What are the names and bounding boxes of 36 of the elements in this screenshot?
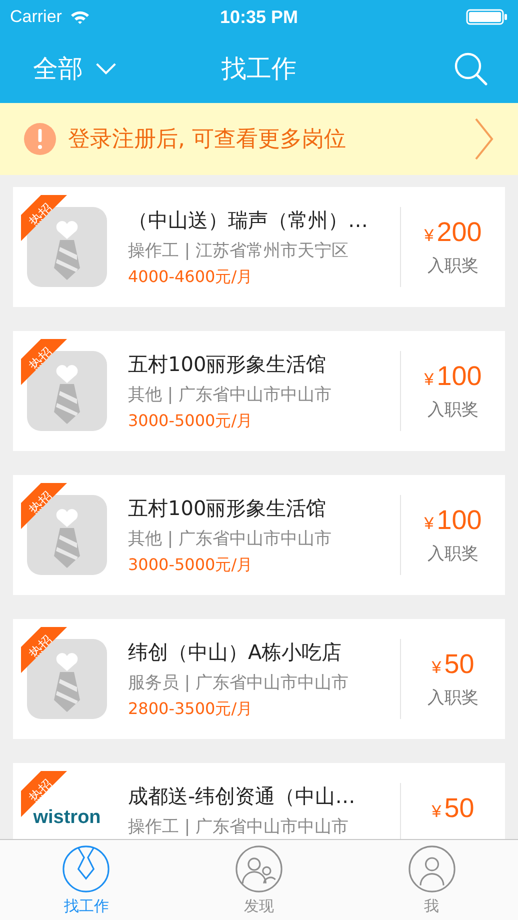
- job-location: 其他 | 广东省中山市中山市: [128, 384, 333, 406]
- bonus-amount: ¥50: [432, 793, 474, 824]
- warning-icon: [24, 123, 56, 155]
- battery-icon: [466, 9, 508, 25]
- notice-text: 登录注册后, 可查看更多岗位: [68, 126, 347, 154]
- chevron-right-icon: [474, 117, 494, 161]
- job-location: 操作工 | 广东省中山市中山市: [128, 816, 350, 838]
- page-title: 找工作: [222, 53, 296, 85]
- bonus-amount: ¥100: [424, 505, 482, 536]
- bonus-label: 入职奖: [428, 255, 478, 277]
- people-icon: [235, 844, 283, 892]
- salary-text: 3000-5000元/月: [128, 411, 254, 432]
- bonus-amount: ¥200: [424, 217, 482, 248]
- bonus-label: 入职奖: [428, 687, 478, 709]
- chevron-down-icon: [95, 62, 117, 75]
- bonus-amount: ¥100: [424, 361, 482, 392]
- job-location: 服务员 | 广东省中山市中山市: [128, 672, 350, 694]
- tie-icon: [62, 844, 110, 892]
- job-title: 五村100丽形象生活馆: [128, 495, 328, 522]
- search-icon[interactable]: [454, 52, 488, 86]
- job-title: 成都送-纬创资通（中山…: [128, 783, 356, 810]
- carrier-text: Carrier: [10, 7, 62, 27]
- job-title: 纬创（中山）A栋小吃店: [128, 639, 343, 666]
- job-title: 五村100丽形象生活馆: [128, 351, 328, 378]
- salary-text: 4000-4600元/月: [128, 267, 254, 288]
- salary-text: 3000-5000元/月: [128, 555, 254, 576]
- wifi-icon: [70, 10, 90, 24]
- status-time: 10:35 PM: [220, 6, 298, 28]
- person-icon: [408, 844, 456, 892]
- bonus-label: 入职奖: [428, 543, 478, 565]
- job-location: 其他 | 广东省中山市中山市: [128, 528, 333, 550]
- job-location: 操作工 | 江苏省常州市天宁区: [128, 240, 350, 262]
- bonus-amount: ¥50: [432, 649, 474, 680]
- job-title: （中山送）瑞声（常州）…: [128, 207, 369, 234]
- salary-text: 2800-3500元/月: [128, 699, 254, 720]
- bonus-label: 入职奖: [428, 399, 478, 421]
